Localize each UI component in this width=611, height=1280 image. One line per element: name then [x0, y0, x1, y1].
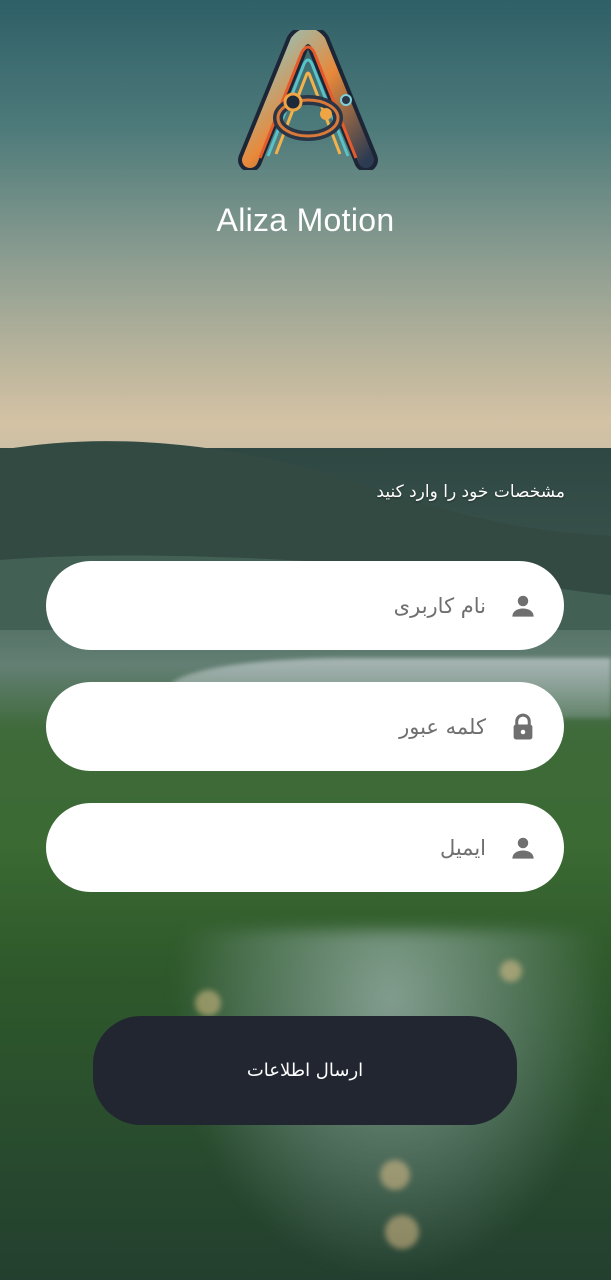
background-bokeh [195, 990, 221, 1016]
background-bokeh [385, 1215, 419, 1249]
person-icon [512, 595, 534, 617]
person-icon [512, 837, 534, 859]
lock-icon [513, 713, 533, 740]
aliza-motion-logo-icon [238, 30, 378, 170]
background-bokeh [380, 1160, 410, 1190]
email-input[interactable] [84, 825, 488, 871]
submit-button[interactable]: ارسال اطلاعات [93, 1016, 517, 1125]
password-input[interactable] [84, 704, 488, 750]
background-bokeh [500, 960, 522, 982]
email-field[interactable] [46, 803, 564, 892]
login-screen: Aliza Motion مشخصات خود را وارد کنید ارس… [0, 0, 611, 1280]
form-prompt: مشخصات خود را وارد کنید [376, 482, 565, 502]
app-title: Aliza Motion [216, 202, 395, 238]
username-input[interactable] [84, 583, 488, 629]
password-field[interactable] [46, 682, 564, 771]
username-field[interactable] [46, 561, 564, 650]
